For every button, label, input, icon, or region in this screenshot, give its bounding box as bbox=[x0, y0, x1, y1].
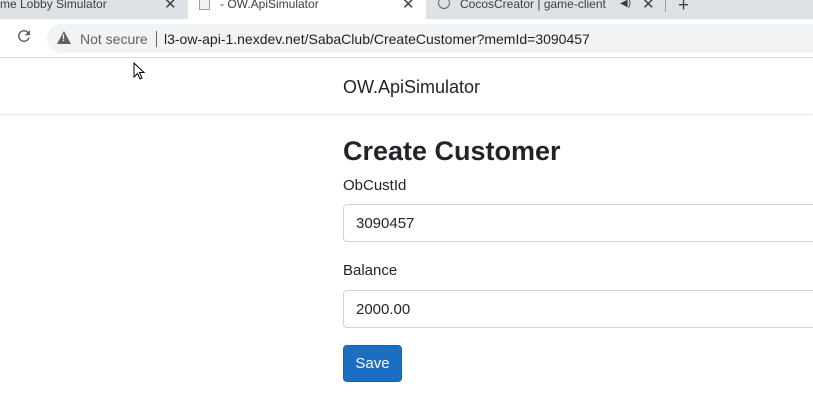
tab-separator bbox=[665, 0, 666, 12]
address-bar[interactable]: Not secure l3-ow-api-1.nexdev.net/SabaCl… bbox=[47, 24, 813, 53]
tab-api-simulator[interactable]: - OW.ApiSimulator ✕ bbox=[188, 0, 426, 19]
url-text[interactable]: l3-ow-api-1.nexdev.net/SabaClub/CreateCu… bbox=[164, 31, 590, 47]
close-icon[interactable]: ✕ bbox=[402, 0, 415, 12]
tab-title: CocosCreator | game-client bbox=[460, 0, 606, 11]
cursor-icon bbox=[133, 62, 146, 80]
url-separator bbox=[156, 31, 157, 47]
page-title: Create Customer bbox=[343, 136, 561, 166]
tab-title: me Lobby Simulator bbox=[0, 0, 107, 11]
reload-icon-svg bbox=[17, 29, 30, 42]
close-icon[interactable]: ✕ bbox=[164, 0, 177, 12]
favicon-icon bbox=[438, 0, 450, 9]
balance-input[interactable] bbox=[343, 290, 813, 328]
new-tab-button[interactable]: + bbox=[678, 0, 689, 15]
security-label[interactable]: Not secure bbox=[80, 31, 148, 47]
obcustid-label: ObCustId bbox=[343, 177, 407, 194]
browser-toolbar: Not secure l3-ow-api-1.nexdev.net/SabaCl… bbox=[0, 19, 813, 58]
balance-label: Balance bbox=[343, 262, 398, 279]
site-navbar: OW.ApiSimulator bbox=[0, 59, 813, 115]
audio-icon[interactable]: ◀) bbox=[620, 0, 631, 9]
tab-title: - OW.ApiSimulator bbox=[220, 0, 319, 11]
favicon-icon bbox=[199, 0, 210, 10]
brand-link[interactable]: OW.ApiSimulator bbox=[343, 76, 480, 98]
tab-cocos-creator[interactable]: CocosCreator | game-client ◀) ✕ bbox=[430, 0, 665, 19]
tab-lobby-simulator[interactable]: me Lobby Simulator ✕ bbox=[0, 0, 188, 19]
warning-icon[interactable] bbox=[57, 31, 71, 44]
reload-icon[interactable] bbox=[14, 27, 34, 47]
save-button[interactable]: Save bbox=[343, 345, 402, 382]
obcustid-input[interactable] bbox=[343, 204, 813, 242]
close-icon[interactable]: ✕ bbox=[642, 0, 655, 12]
tab-strip: me Lobby Simulator ✕ - OW.ApiSimulator ✕… bbox=[0, 0, 813, 19]
